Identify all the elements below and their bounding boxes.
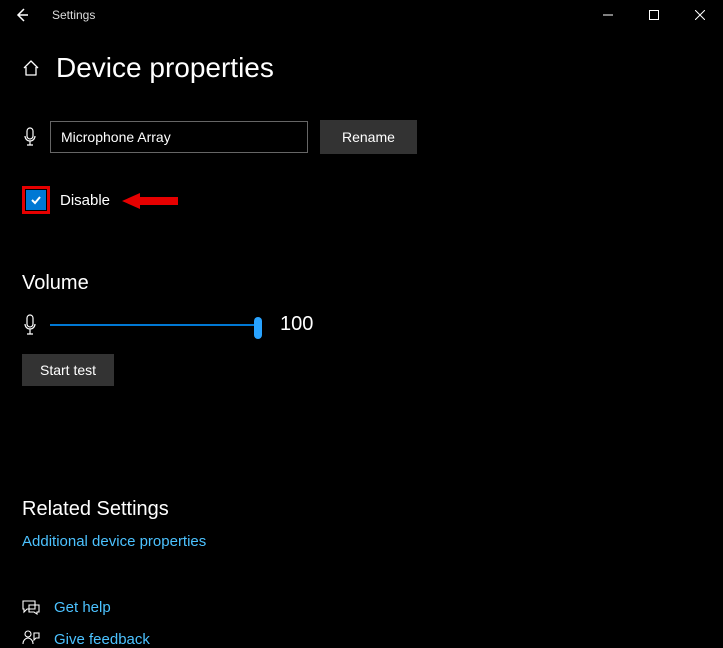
- disable-row: Disable: [22, 186, 723, 214]
- related-settings-heading: Related Settings: [22, 498, 723, 521]
- close-icon: [695, 10, 705, 20]
- give-feedback-link[interactable]: Give feedback: [54, 631, 150, 648]
- app-title: Settings: [52, 8, 95, 22]
- content: Rename Disable Volume 100 Start test Rel…: [22, 120, 723, 648]
- window-controls: [585, 0, 723, 30]
- device-name-row: Rename: [22, 120, 723, 154]
- annotation-highlight: [22, 186, 50, 214]
- give-feedback-row: Give feedback: [22, 630, 723, 648]
- microphone-icon: [22, 314, 38, 336]
- titlebar: Settings: [0, 0, 723, 30]
- volume-row: 100: [22, 313, 723, 336]
- volume-slider[interactable]: [50, 315, 262, 335]
- help-links: Get help Give feedback: [22, 599, 723, 648]
- feedback-icon: [22, 630, 40, 648]
- device-name-input[interactable]: [50, 121, 308, 153]
- volume-value: 100: [280, 313, 313, 336]
- minimize-button[interactable]: [585, 0, 631, 30]
- annotation-arrow: [122, 192, 178, 210]
- page-header: Device properties: [22, 52, 723, 84]
- back-button[interactable]: [0, 0, 44, 30]
- close-button[interactable]: [677, 0, 723, 30]
- additional-device-properties-link[interactable]: Additional device properties: [22, 533, 206, 550]
- back-arrow-icon: [14, 7, 30, 23]
- microphone-icon: [22, 127, 38, 147]
- minimize-icon: [603, 10, 613, 20]
- checkmark-icon: [29, 193, 43, 207]
- start-test-button[interactable]: Start test: [22, 354, 114, 386]
- maximize-button[interactable]: [631, 0, 677, 30]
- page-title: Device properties: [56, 52, 274, 84]
- chat-icon: [22, 600, 40, 616]
- get-help-row: Get help: [22, 599, 723, 616]
- home-icon[interactable]: [22, 59, 40, 77]
- slider-track: [50, 324, 262, 326]
- get-help-link[interactable]: Get help: [54, 599, 111, 616]
- volume-heading: Volume: [22, 272, 723, 295]
- maximize-icon: [649, 10, 659, 20]
- disable-checkbox[interactable]: [26, 190, 46, 210]
- slider-thumb[interactable]: [254, 317, 262, 339]
- disable-label: Disable: [60, 192, 110, 209]
- rename-button[interactable]: Rename: [320, 120, 417, 154]
